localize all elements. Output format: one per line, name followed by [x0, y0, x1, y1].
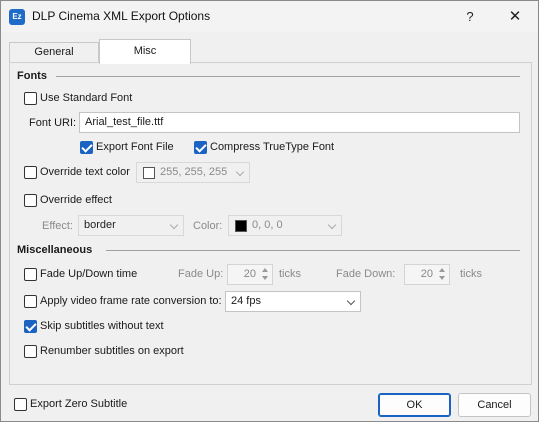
override-effect-label: Override effect	[40, 194, 112, 206]
close-button[interactable]: ✕	[493, 1, 537, 32]
effect-color-picker[interactable]: 0, 0, 0	[228, 215, 342, 236]
tab-misc[interactable]: Misc	[99, 39, 191, 64]
effect-label: Effect:	[42, 220, 73, 232]
tab-general[interactable]: General	[9, 42, 99, 63]
fonts-section-divider	[56, 76, 520, 77]
use-standard-font-label: Use Standard Font	[40, 92, 133, 104]
misc-section-title: Miscellaneous	[17, 244, 93, 256]
effect-color-label: Color:	[193, 220, 223, 232]
renumber-checkbox[interactable]	[24, 345, 37, 358]
fade-up-value: 20	[243, 268, 256, 280]
misc-section-divider	[106, 250, 520, 251]
frame-rate-select[interactable]: 24 fps	[225, 291, 361, 312]
dialog-window: Ez DLP Cinema XML Export Options ? ✕ Gen…	[0, 0, 539, 422]
spin-down-icon[interactable]	[261, 275, 270, 283]
effect-select-value: border	[84, 219, 116, 231]
fade-up-spinner[interactable]: 20	[227, 264, 273, 285]
override-text-color-label: Override text color	[40, 166, 130, 178]
compress-truetype-checkbox[interactable]	[194, 141, 207, 154]
export-font-file-label: Export Font File	[96, 141, 174, 153]
spin-down-icon[interactable]	[438, 275, 447, 283]
chevron-down-icon	[169, 220, 179, 230]
frame-rate-label: Apply video frame rate conversion to:	[40, 295, 222, 307]
spin-up-icon[interactable]	[261, 266, 270, 274]
effect-color-value: 0, 0, 0	[252, 219, 283, 231]
export-font-file-checkbox[interactable]	[80, 141, 93, 154]
effect-select[interactable]: border	[78, 215, 184, 236]
fade-up-unit: ticks	[279, 268, 301, 280]
frame-rate-checkbox[interactable]	[24, 295, 37, 308]
title-bar: Ez DLP Cinema XML Export Options ? ✕	[1, 1, 538, 32]
text-color-value: 255, 255, 255	[160, 166, 228, 178]
app-icon: Ez	[9, 9, 25, 25]
font-uri-input[interactable]: Arial_test_file.ttf	[79, 112, 520, 133]
fade-label: Fade Up/Down time	[40, 268, 138, 280]
cancel-button[interactable]: Cancel	[458, 393, 531, 417]
text-color-swatch	[143, 167, 155, 179]
fade-down-label: Fade Down:	[336, 268, 396, 280]
help-button[interactable]: ?	[448, 1, 492, 32]
fade-down-unit: ticks	[460, 268, 482, 280]
fade-up-label: Fade Up:	[178, 268, 224, 280]
font-uri-label: Font URI:	[29, 117, 77, 129]
chevron-down-icon	[235, 167, 245, 177]
frame-rate-value: 24 fps	[231, 295, 261, 307]
override-text-color-checkbox[interactable]	[24, 166, 37, 179]
skip-subtitles-label: Skip subtitles without text	[40, 320, 164, 332]
use-standard-font-checkbox[interactable]	[24, 92, 37, 105]
override-effect-checkbox[interactable]	[24, 194, 37, 207]
window-title: DLP Cinema XML Export Options	[32, 9, 211, 23]
fade-checkbox[interactable]	[24, 268, 37, 281]
effect-color-swatch	[235, 220, 247, 232]
chevron-down-icon	[346, 296, 356, 306]
spin-up-icon[interactable]	[438, 266, 447, 274]
fade-down-spinner[interactable]: 20	[404, 264, 450, 285]
renumber-label: Renumber subtitles on export	[40, 345, 184, 357]
skip-subtitles-checkbox[interactable]	[24, 320, 37, 333]
compress-truetype-label: Compress TrueType Font	[210, 141, 335, 153]
text-color-picker[interactable]: 255, 255, 255	[136, 162, 250, 183]
fonts-section-title: Fonts	[17, 70, 47, 82]
fade-down-value: 20	[420, 268, 433, 280]
chevron-down-icon	[327, 220, 337, 230]
export-zero-subtitle-label: Export Zero Subtitle	[30, 398, 128, 410]
ok-button[interactable]: OK	[378, 393, 451, 417]
misc-tab-panel: Fonts Use Standard Font Font URI: Arial_…	[9, 62, 532, 385]
export-zero-subtitle-checkbox[interactable]	[14, 398, 27, 411]
